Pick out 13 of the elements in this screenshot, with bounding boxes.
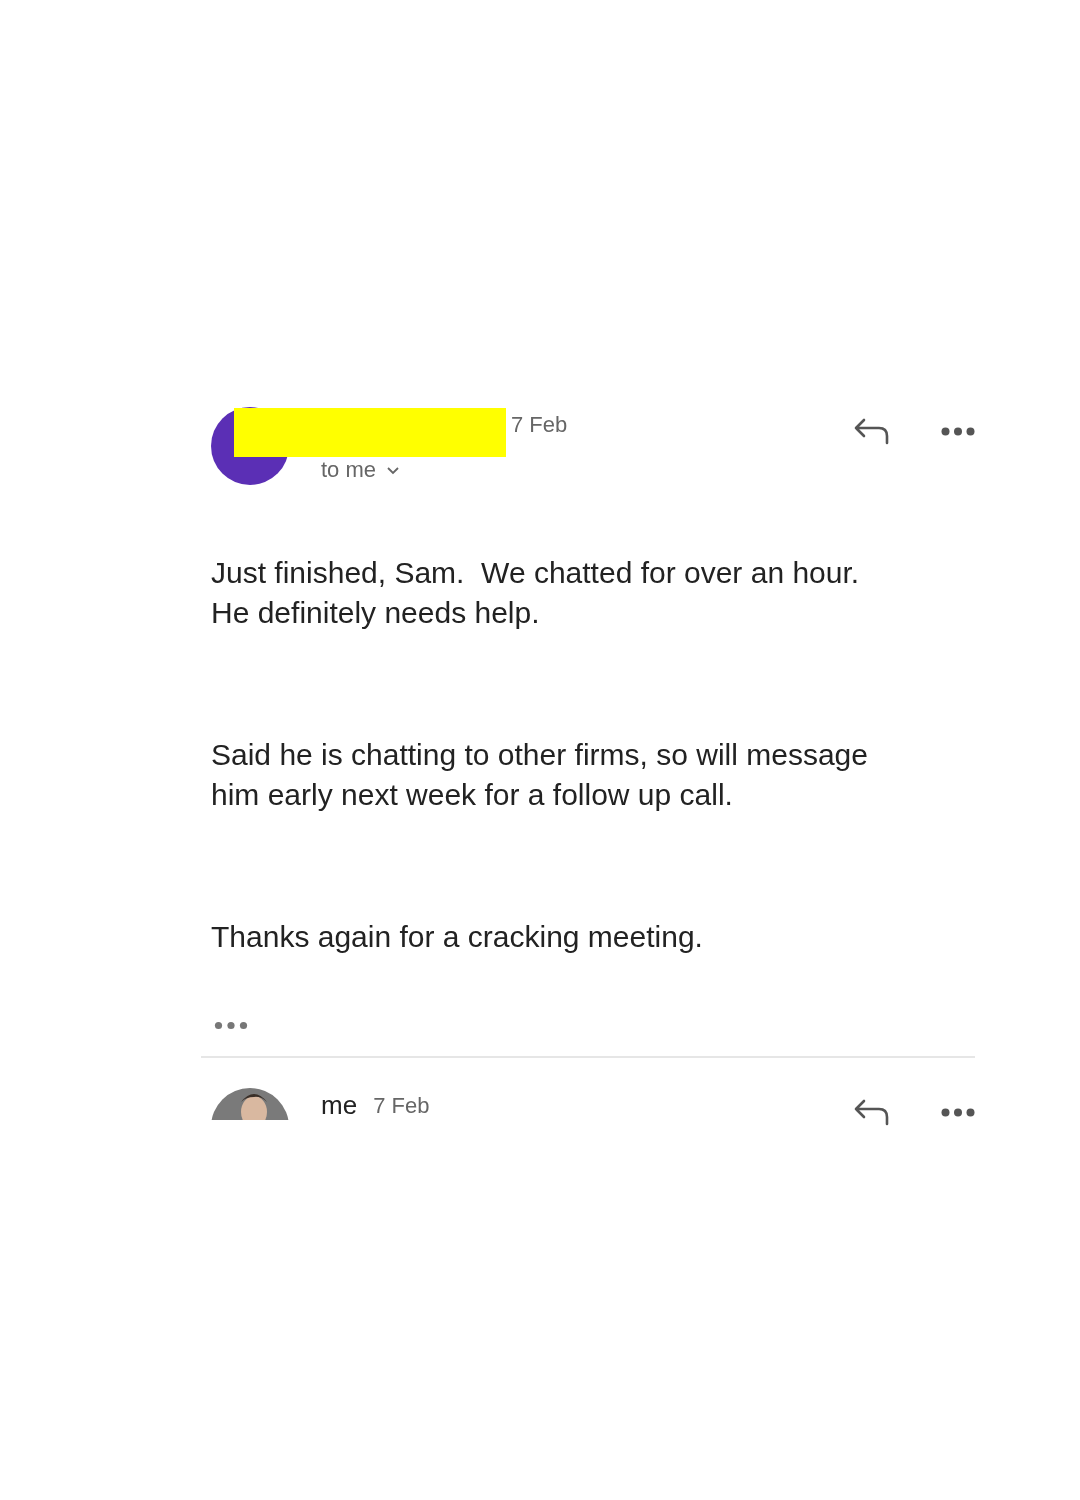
show-trimmed-icon[interactable] — [214, 1021, 248, 1030]
message-date: 7 Feb — [511, 412, 568, 438]
message-paragraph: Said he is chatting to other firms, so will message him early next week for a follow up call. — [211, 737, 869, 813]
more-icon[interactable] — [941, 426, 975, 436]
message-paragraph: Just finished, Sam. We chatted for over an hour. He definitely needs help. — [211, 555, 861, 631]
chevron-down-icon — [386, 465, 401, 475]
reply-icon[interactable] — [853, 417, 891, 445]
recipient-dropdown[interactable]: to me — [321, 457, 568, 483]
more-icon[interactable] — [941, 1107, 975, 1117]
message-date: 7 Feb — [373, 1093, 430, 1119]
sender-name: me — [321, 1090, 358, 1121]
message-paragraph: Thanks again for a cracking meeting. — [211, 919, 704, 955]
reply-icon[interactable] — [853, 1098, 891, 1126]
